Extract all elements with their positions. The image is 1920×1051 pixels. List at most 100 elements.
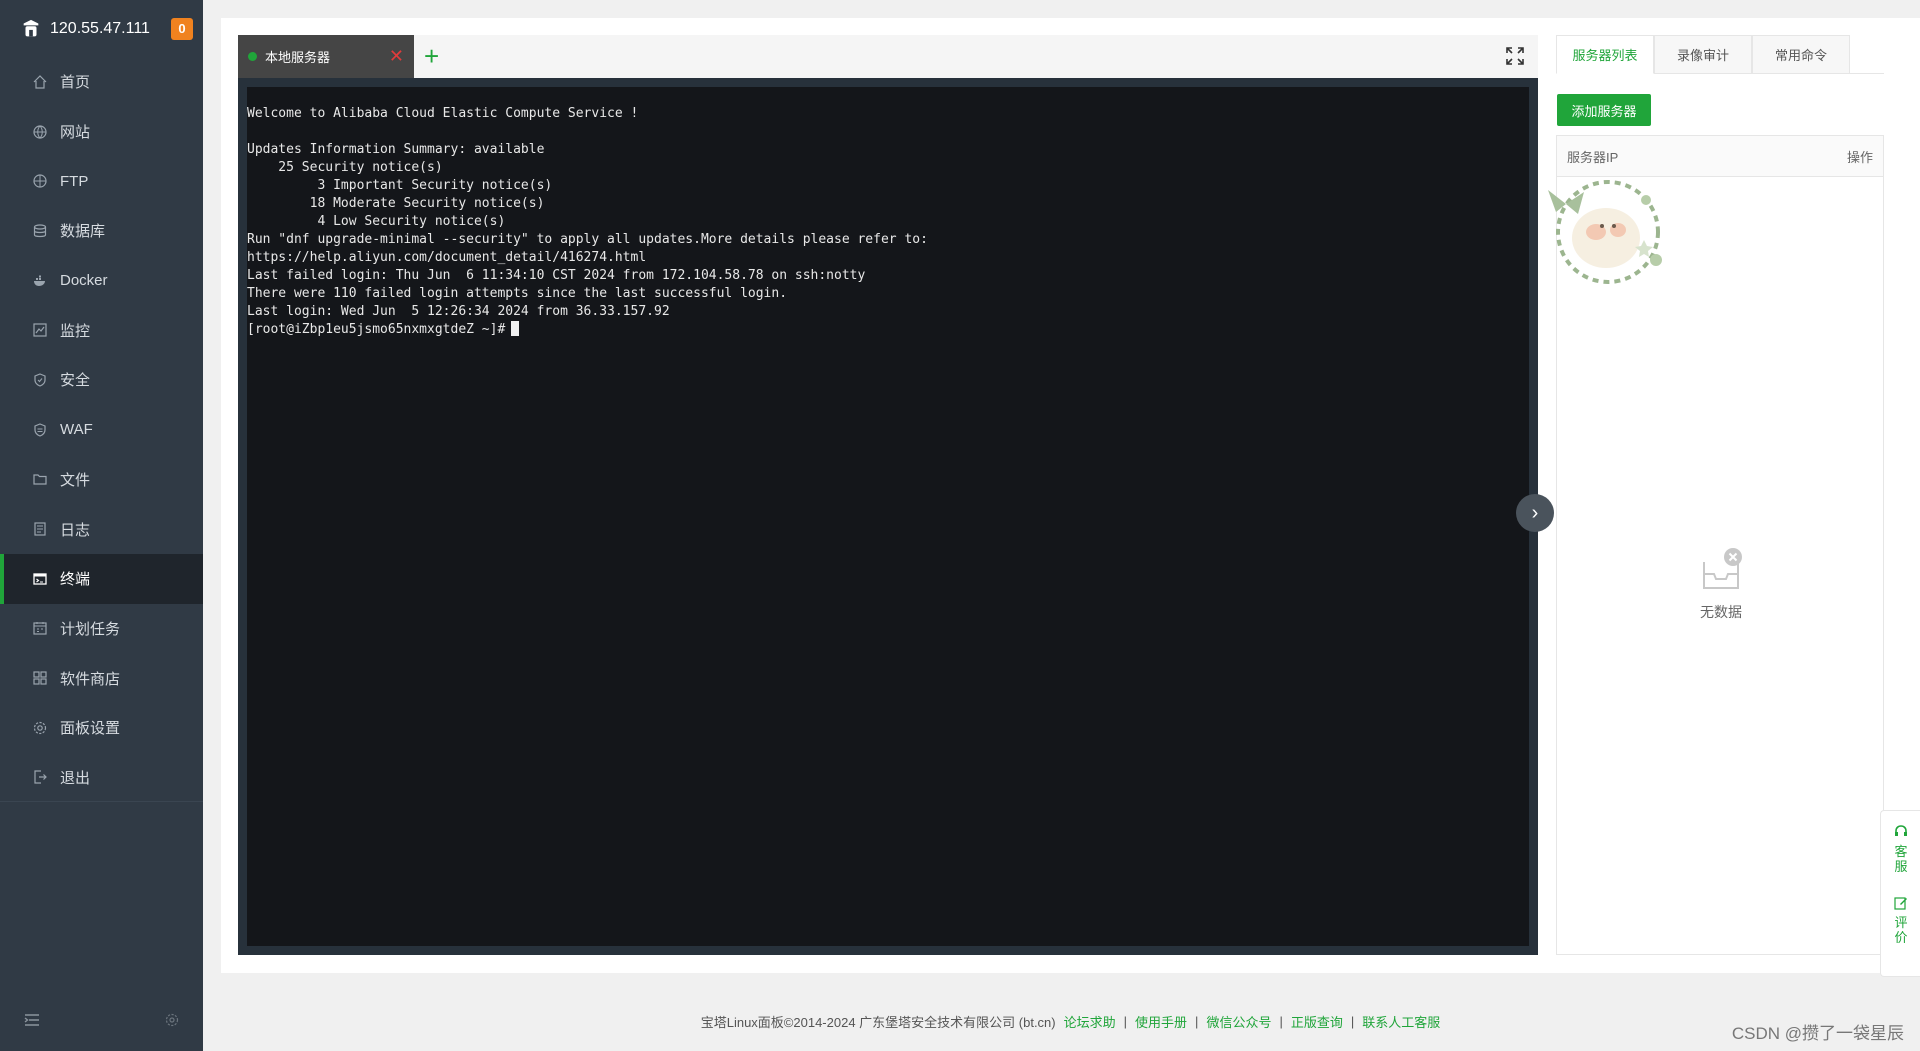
terminal-screen[interactable]: Welcome to Alibaba Cloud Elastic Compute… xyxy=(238,78,1538,955)
home-icon xyxy=(32,74,48,90)
terminal-icon xyxy=(32,571,48,587)
tab-common-commands[interactable]: 常用命令 xyxy=(1752,35,1850,73)
calendar-icon xyxy=(32,620,48,636)
sidebar-item-logs[interactable]: 日志 xyxy=(0,504,203,554)
sidebar-item-label: FTP xyxy=(60,172,89,190)
sidebar-item-monitor[interactable]: 监控 xyxy=(0,305,203,355)
edit-icon xyxy=(1894,897,1907,910)
sidebar-item-label: 首页 xyxy=(60,74,91,92)
log-icon xyxy=(32,521,48,537)
shield-icon xyxy=(32,372,48,388)
sidebar-item-label: 网站 xyxy=(60,124,91,142)
sidebar-item-label: 日志 xyxy=(60,521,91,539)
settings-gear-icon[interactable] xyxy=(165,1013,179,1030)
sidebar-item-cron[interactable]: 计划任务 xyxy=(0,604,203,654)
sidebar-item-website[interactable]: 网站 xyxy=(0,107,203,157)
add-tab-icon[interactable]: + xyxy=(424,41,439,71)
sidebar-item-ftp[interactable]: FTP xyxy=(0,156,203,206)
sidebar-item-label: 安全 xyxy=(60,372,91,390)
sidebar-footer xyxy=(0,991,203,1051)
empty-state: 无数据 xyxy=(1557,544,1885,622)
sidebar: 120.55.47.111 0 首页 网站 FTP 数据库 Docker 监控 … xyxy=(0,0,203,1051)
sidebar-brand[interactable]: 120.55.47.111 0 xyxy=(0,0,203,57)
decorative-sticker-icon xyxy=(1548,180,1662,284)
footer-link-forum[interactable]: 论坛求助 xyxy=(1064,1012,1116,1031)
terminal-tabbar: 本地服务器 ✕ + xyxy=(238,35,1538,79)
sidebar-item-security[interactable]: 安全 xyxy=(0,355,203,405)
sidebar-item-files[interactable]: 文件 xyxy=(0,455,203,505)
side-tabs: 服务器列表 录像审计 常用命令 xyxy=(1556,35,1884,74)
fullscreen-icon[interactable] xyxy=(1506,47,1524,65)
sidebar-item-database[interactable]: 数据库 xyxy=(0,206,203,256)
footer-link-license-check[interactable]: 正版查询 xyxy=(1291,1012,1343,1031)
customer-service-button[interactable]: 客服 xyxy=(1881,811,1920,874)
terminal-line: 4 Low Security notice(s) xyxy=(247,214,506,229)
footer-separator: | xyxy=(1279,1013,1283,1029)
terminal-tab[interactable]: 本地服务器 ✕ xyxy=(238,35,414,78)
monitor-icon xyxy=(32,322,48,338)
terminal-area: 本地服务器 ✕ + Welcome to Alibaba Cloud Elast… xyxy=(238,35,1554,955)
terminal-prompt: [root@iZbp1eu5jsmo65nxmxgtdeZ ~]# xyxy=(247,322,506,337)
sidebar-item-store[interactable]: 软件商店 xyxy=(0,653,203,703)
database-icon xyxy=(32,223,48,239)
footer-link-wechat[interactable]: 微信公众号 xyxy=(1206,1012,1271,1031)
sidebar-item-settings[interactable]: 面板设置 xyxy=(0,703,203,753)
sidebar-item-label: 面板设置 xyxy=(60,720,121,738)
sidebar-item-label: 软件商店 xyxy=(60,670,121,688)
footer-separator: | xyxy=(1350,1013,1355,1029)
server-side-panel: 服务器列表 录像审计 常用命令 添加服务器 服务器IP 操作 无数据 xyxy=(1548,35,1885,955)
sidebar-item-label: Docker xyxy=(60,272,108,290)
server-ip: 120.55.47.111 xyxy=(50,19,150,37)
sidebar-item-home[interactable]: 首页 xyxy=(0,57,203,107)
sidebar-item-label: 计划任务 xyxy=(60,620,121,638)
watermark-text: CSDN @攒了一袋星辰 xyxy=(1731,1024,1904,1043)
close-icon[interactable]: ✕ xyxy=(389,47,404,65)
footer-separator: | xyxy=(1195,1013,1199,1029)
terminal-line: Last login: Wed Jun 5 12:26:34 2024 from… xyxy=(247,304,670,319)
sidebar-item-label: 终端 xyxy=(60,571,91,589)
sidebar-divider xyxy=(0,801,203,802)
terminal-line: Last failed login: Thu Jun 6 11:34:10 CS… xyxy=(247,268,866,283)
footer-link-contact-support[interactable]: 联系人工客服 xyxy=(1362,1012,1440,1031)
chevron-right-icon[interactable]: › xyxy=(1516,494,1554,532)
empty-inbox-icon xyxy=(1703,548,1742,589)
floating-support-widget: 客服 评价 xyxy=(1880,810,1920,977)
connection-status-dot xyxy=(248,52,257,61)
empty-text: 无数据 xyxy=(1700,604,1742,620)
bt-logo-icon xyxy=(23,19,39,36)
terminal-line: 25 Security notice(s) xyxy=(247,160,443,175)
terminal-tab-label: 本地服务器 xyxy=(265,50,331,65)
terminal-line: Run "dnf upgrade-minimal --security" to … xyxy=(247,232,928,247)
footer-separator: | xyxy=(1123,1013,1128,1029)
sidebar-item-label: WAF xyxy=(60,421,93,439)
review-button[interactable]: 评价 xyxy=(1881,874,1920,945)
terminal-cursor xyxy=(511,321,520,336)
terminal-line: 18 Moderate Security notice(s) xyxy=(247,196,545,211)
footer-link-manual[interactable]: 使用手册 xyxy=(1135,1012,1187,1031)
tab-recording-audit[interactable]: 录像审计 xyxy=(1654,35,1752,73)
add-server-button[interactable]: 添加服务器 xyxy=(1557,94,1651,126)
copyright-text: 宝塔Linux面板©2014-2024 广东堡塔安全技术有限公司 (bt.cn) xyxy=(700,1014,1056,1030)
sidebar-item-label: 监控 xyxy=(60,322,91,340)
sidebar-item-docker[interactable]: Docker xyxy=(0,256,203,306)
sidebar-menu: 首页 网站 FTP 数据库 Docker 监控 安全 WAF 文件 日志 终端 … xyxy=(0,57,203,802)
collapse-menu-icon[interactable] xyxy=(24,1013,40,1030)
sidebar-item-terminal[interactable]: 终端 xyxy=(0,553,203,604)
tab-server-list[interactable]: 服务器列表 xyxy=(1556,35,1654,74)
gear-icon xyxy=(32,720,48,736)
sidebar-item-label: 退出 xyxy=(60,769,91,787)
sidebar-item-waf[interactable]: WAF xyxy=(0,405,203,455)
notification-badge[interactable]: 0 xyxy=(171,17,193,40)
terminal-line: There were 110 failed login attempts sin… xyxy=(247,286,788,301)
terminal-line: Updates Information Summary: available xyxy=(247,142,545,157)
customer-service-label: 客服 xyxy=(1894,844,1908,874)
ftp-icon xyxy=(32,173,48,189)
sidebar-item-label: 文件 xyxy=(60,471,91,489)
review-label: 评价 xyxy=(1894,915,1908,945)
terminal-output: Welcome to Alibaba Cloud Elastic Compute… xyxy=(247,87,1529,339)
logout-icon xyxy=(32,769,48,785)
sidebar-item-logout[interactable]: 退出 xyxy=(0,753,203,803)
page-footer: 宝塔Linux面板©2014-2024 广东堡塔安全技术有限公司 (bt.cn)… xyxy=(221,1006,1920,1036)
terminal-line: https://help.aliyun.com/document_detail/… xyxy=(247,250,647,265)
